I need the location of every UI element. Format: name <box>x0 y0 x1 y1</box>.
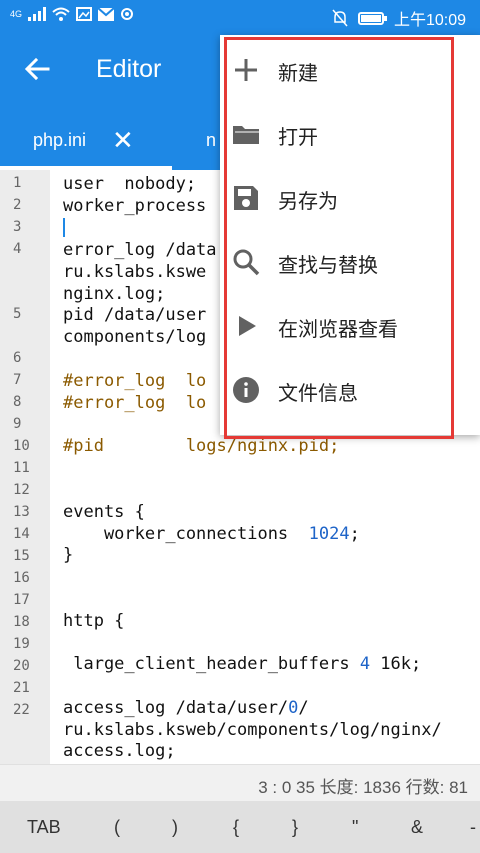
line-number: 15 <box>13 548 30 564</box>
clock: 上午10:09 <box>393 12 466 29</box>
code-line: nginx.log; <box>63 284 166 304</box>
cursor-info: 3 : 0 35 长度: 1836 行数: 81 <box>258 778 468 797</box>
code-line: user nobody; <box>63 174 197 194</box>
close-icon[interactable]: ✕ <box>112 125 134 156</box>
key-ampersand[interactable]: & <box>411 817 423 838</box>
highlight-box <box>224 37 454 439</box>
line-number: 16 <box>13 570 30 586</box>
line-number: 7 <box>13 372 22 388</box>
line-number: 12 <box>13 482 30 498</box>
code-line-comment: #pid logs/nginx.pid; <box>63 436 340 456</box>
code-text: / <box>298 698 309 718</box>
line-number: 5 <box>13 306 22 322</box>
status-icons-right: 上午10:09 <box>332 6 466 30</box>
code-line: pid /data/user <box>63 305 207 325</box>
line-number: 8 <box>13 394 22 410</box>
tab-label: php.ini <box>33 130 87 150</box>
line-number: 6 <box>13 350 22 366</box>
line-number: 18 <box>13 614 30 630</box>
line-number: 1 <box>13 175 22 191</box>
tab-nginx-partial[interactable]: n <box>206 130 216 151</box>
key-open-brace[interactable]: { <box>233 817 239 838</box>
key-quote[interactable]: " <box>352 817 358 838</box>
symbol-keys-bar: TAB ( ) { } " & - <box>0 801 480 853</box>
code-line: events { <box>63 502 145 522</box>
status-bar: 4G 上午10:09 <box>0 0 480 33</box>
line-number: 13 <box>13 504 30 520</box>
code-text: worker_connections <box>63 524 309 544</box>
line-number: 10 <box>13 438 30 454</box>
code-line: error_log /data <box>63 240 217 260</box>
number-token: 1024 <box>308 524 350 544</box>
line-number-gutter: 1 2 3 4 5 6 7 8 9 10 11 12 13 14 15 16 1… <box>0 170 50 764</box>
tab-php-ini[interactable]: php.ini ✕ <box>0 111 172 170</box>
code-text: ; <box>349 524 360 544</box>
line-number: 11 <box>13 460 30 476</box>
bell-muted-icon <box>332 9 348 27</box>
code-line-comment: #error_log lo <box>63 393 207 413</box>
key-dash[interactable]: - <box>470 817 476 838</box>
line-number: 4 <box>13 241 22 257</box>
code-line: worker_process <box>63 196 207 216</box>
key-close-brace[interactable]: } <box>292 817 298 838</box>
mail-icon <box>98 7 115 21</box>
number-token: 4 <box>359 654 371 674</box>
code-text: large_client_header_buffers <box>63 654 360 674</box>
text-cursor <box>63 218 65 237</box>
image-notification-icon <box>76 7 93 21</box>
key-tab[interactable]: TAB <box>27 817 61 838</box>
code-line: worker_connections 1024; <box>63 524 360 544</box>
code-line: large_client_header_buffers 4 16k; <box>63 654 421 674</box>
line-number: 2 <box>13 197 22 213</box>
line-number: 17 <box>13 592 30 608</box>
code-text: 16k; <box>370 654 422 674</box>
line-number: 9 <box>13 416 22 432</box>
code-line: ru.kslabs.kswe <box>63 262 207 282</box>
arrow-left-icon <box>24 57 50 81</box>
line-number: 19 <box>13 636 30 652</box>
wifi-icon <box>52 7 70 21</box>
code-text: access_log /data/user/ <box>63 698 289 718</box>
code-line: } <box>63 545 74 565</box>
key-open-paren[interactable]: ( <box>114 817 120 838</box>
code-line: access.log; <box>63 741 176 761</box>
battery-icon <box>357 11 387 25</box>
network-type: 4G <box>10 9 23 19</box>
signal-icon <box>28 7 47 21</box>
editor-status-bar: 3 : 0 35 长度: 1836 行数: 81 <box>0 764 480 801</box>
line-number: 22 <box>13 702 30 718</box>
line-number: 14 <box>13 526 30 542</box>
back-button[interactable] <box>22 49 54 89</box>
key-close-paren[interactable]: ) <box>172 817 178 838</box>
code-line: http { <box>63 611 125 631</box>
line-number: 3 <box>13 219 22 235</box>
code-line: ru.kslabs.ksweb/components/log/nginx/ <box>63 720 442 740</box>
line-number: 20 <box>13 658 30 674</box>
notification-dot-icon <box>121 8 134 20</box>
code-line: access_log /data/user/0/ <box>63 698 309 718</box>
number-token: 0 <box>288 698 299 718</box>
page-title: Editor <box>96 55 162 83</box>
status-icons-left: 4G <box>10 7 134 21</box>
code-line: components/log <box>63 327 207 347</box>
line-number: 21 <box>13 680 30 696</box>
code-line-comment: #error_log lo <box>63 371 207 391</box>
